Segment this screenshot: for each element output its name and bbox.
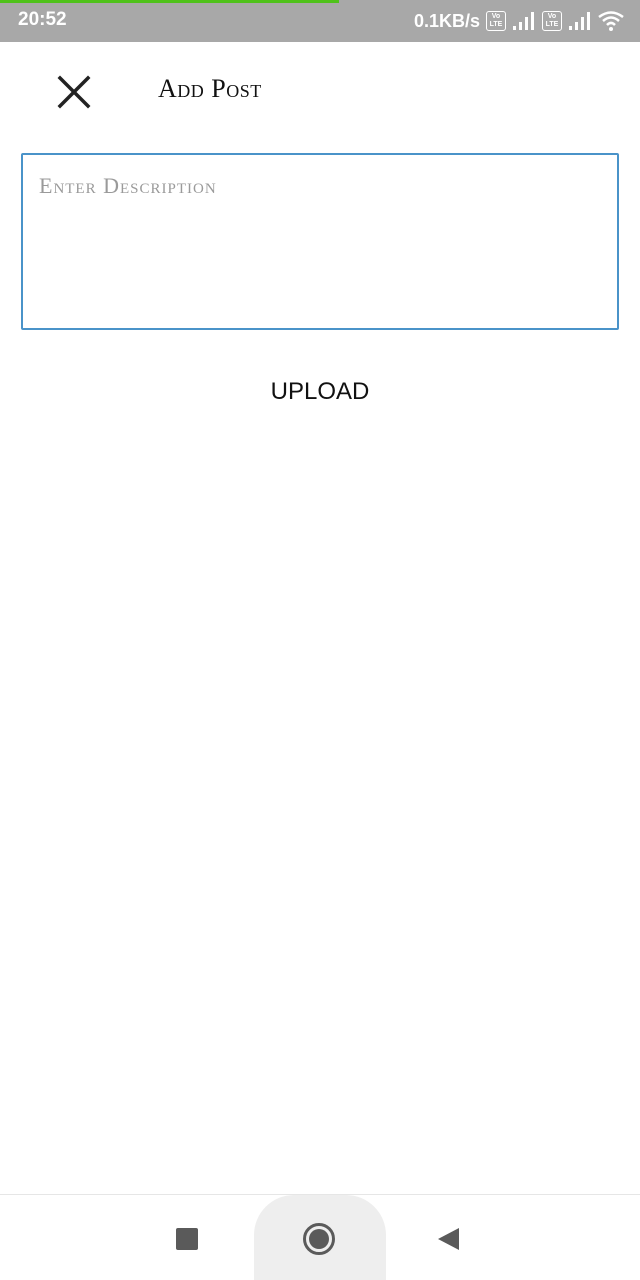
network-speed: 0.1KB/s <box>413 10 480 31</box>
status-time: 20:52 <box>18 9 67 30</box>
home-icon[interactable] <box>303 1223 335 1255</box>
signal-icon <box>568 12 592 30</box>
wifi-icon <box>598 11 624 31</box>
navigation-bar <box>0 1194 640 1280</box>
signal-icon <box>512 12 536 30</box>
volte-badge-top: Vo <box>547 13 557 20</box>
recents-icon[interactable] <box>176 1228 198 1250</box>
description-input[interactable] <box>21 153 619 330</box>
status-bar: 20:52 0.1KB/s Vo LTE Vo LTE <box>0 0 640 42</box>
volte-badge-bottom: LTE <box>489 21 503 28</box>
volte-badge-bottom: LTE <box>545 21 559 28</box>
home-icon-inner <box>309 1229 329 1249</box>
page-load-progress <box>0 0 340 3</box>
page-title: Add Post <box>158 74 262 103</box>
volte-badge-top: Vo <box>491 13 501 20</box>
volte-icon: Vo LTE <box>486 11 506 31</box>
upload-button[interactable]: UPLOAD <box>220 372 420 412</box>
volte-icon: Vo LTE <box>542 11 562 31</box>
back-icon[interactable] <box>438 1228 459 1250</box>
close-button[interactable] <box>52 70 96 114</box>
screen: 20:52 0.1KB/s Vo LTE Vo LTE Add Post Ent… <box>0 0 640 1280</box>
close-icon <box>57 75 91 109</box>
status-indicators: 0.1KB/s Vo LTE Vo LTE <box>414 9 624 33</box>
